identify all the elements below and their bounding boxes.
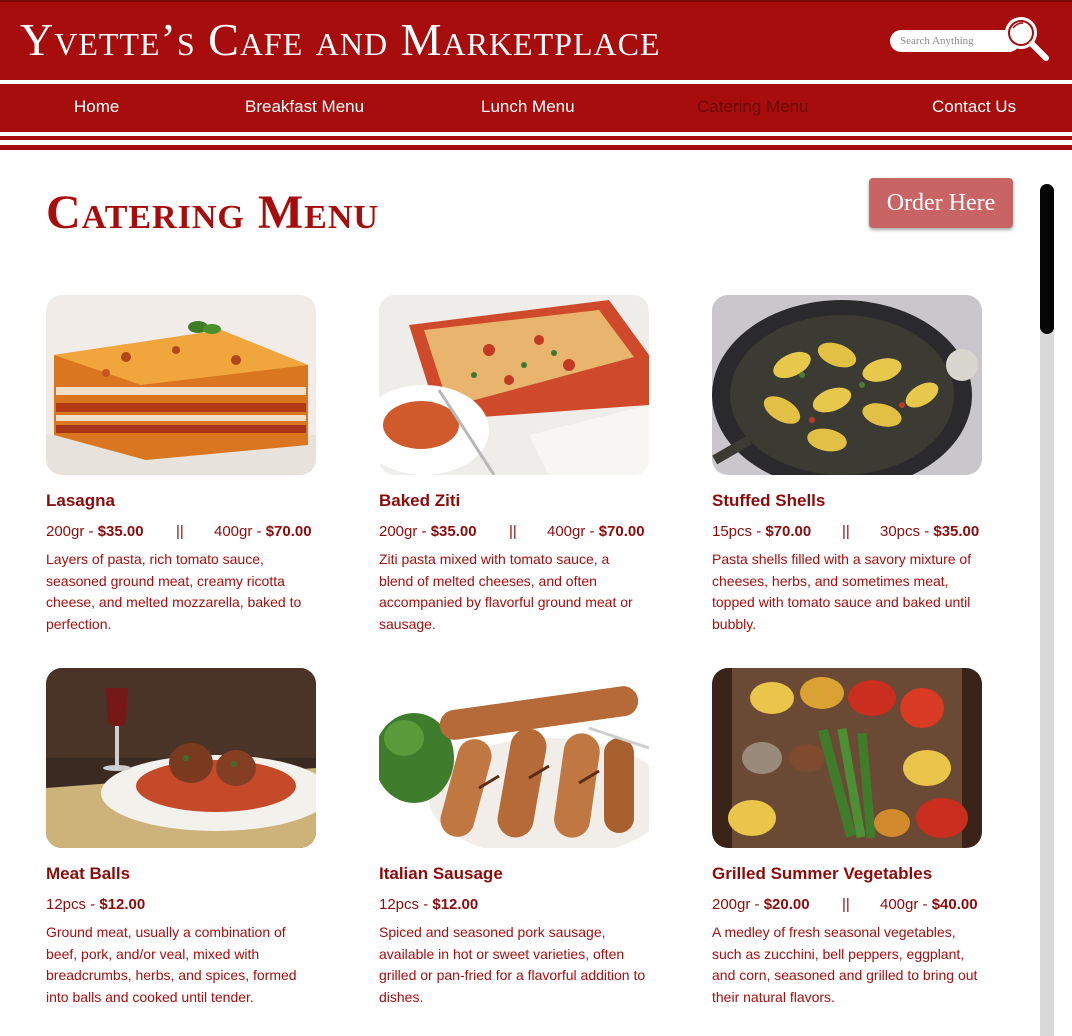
item-description: A medley of fresh seasonal vegetables, s… bbox=[712, 924, 978, 1006]
price-option-b: 400gr - $40.00 bbox=[880, 896, 978, 913]
nav-stripe-1 bbox=[0, 136, 1072, 140]
nav-home[interactable]: Home bbox=[74, 97, 119, 117]
price-row: 12pcs - $12.00 bbox=[379, 896, 679, 916]
price-row: 15pcs - $70.00 || 30pcs - $35.00 bbox=[712, 523, 1012, 543]
price-option-a: 15pcs - $70.00 bbox=[712, 523, 812, 540]
order-here-button[interactable]: Order Here bbox=[869, 178, 1013, 228]
price-option-a: 12pcs - $12.00 bbox=[379, 896, 479, 913]
nav-lunch-menu[interactable]: Lunch Menu bbox=[481, 97, 575, 117]
item-name: Meat Balls bbox=[46, 864, 131, 883]
search-input[interactable] bbox=[900, 33, 1000, 49]
price-separator: || bbox=[842, 523, 850, 540]
scrollbar-thumb[interactable] bbox=[1040, 184, 1054, 334]
italian-sausage-image bbox=[379, 668, 649, 848]
price-option-a: 12pcs - $12.00 bbox=[46, 896, 146, 913]
item-description: Ground meat, usually a combination of be… bbox=[46, 924, 297, 1006]
item-name: Italian Sausage bbox=[379, 864, 503, 883]
price-row: 12pcs - $12.00 bbox=[46, 896, 346, 916]
site-header: Yvette’s Cafe and Marketplace bbox=[0, 0, 1072, 80]
search-icon[interactable] bbox=[1000, 12, 1052, 64]
stuffed-shells-image bbox=[712, 295, 982, 475]
grilled-vegetables-image bbox=[712, 668, 982, 848]
price-separator: || bbox=[842, 896, 850, 913]
price-option-b: 400gr - $70.00 bbox=[547, 523, 645, 540]
nav-catering-menu[interactable]: Catering Menu bbox=[697, 97, 809, 117]
page-title: Catering Menu bbox=[46, 186, 379, 239]
item-name: Stuffed Shells bbox=[712, 491, 826, 510]
price-option-b: 30pcs - $35.00 bbox=[880, 523, 980, 540]
lasagna-image bbox=[46, 295, 316, 475]
price-row: 200gr - $35.00 || 400gr - $70.00 bbox=[379, 523, 679, 543]
price-option-a: 200gr - $35.00 bbox=[46, 523, 144, 540]
price-option-b: 400gr - $70.00 bbox=[214, 523, 312, 540]
price-row: 200gr - $35.00 || 400gr - $70.00 bbox=[46, 523, 346, 543]
price-separator: || bbox=[176, 523, 184, 540]
price-row: 200gr - $20.00 || 400gr - $40.00 bbox=[712, 896, 1012, 916]
meat-balls-image bbox=[46, 668, 316, 848]
baked-ziti-image bbox=[379, 295, 649, 475]
item-name: Lasagna bbox=[46, 491, 115, 510]
item-description: Ziti pasta mixed with tomato sauce, a bl… bbox=[379, 551, 633, 633]
price-separator: || bbox=[509, 523, 517, 540]
item-name: Grilled Summer Vegetables bbox=[712, 864, 933, 883]
main-nav: Home Breakfast Menu Lunch Menu Catering … bbox=[0, 86, 1072, 132]
nav-breakfast-menu[interactable]: Breakfast Menu bbox=[245, 97, 364, 117]
item-name: Baked Ziti bbox=[379, 491, 461, 510]
item-description: Layers of pasta, rich tomato sauce, seas… bbox=[46, 551, 302, 633]
nav-stripe-2 bbox=[0, 145, 1072, 150]
site-title[interactable]: Yvette’s Cafe and Marketplace bbox=[20, 14, 661, 66]
nav-contact-us[interactable]: Contact Us bbox=[932, 97, 1016, 117]
price-option-a: 200gr - $20.00 bbox=[712, 896, 810, 913]
item-description: Pasta shells filled with a savory mixtur… bbox=[712, 551, 972, 633]
item-description: Spiced and seasoned pork sausage, availa… bbox=[379, 924, 646, 1006]
price-option-a: 200gr - $35.00 bbox=[379, 523, 477, 540]
